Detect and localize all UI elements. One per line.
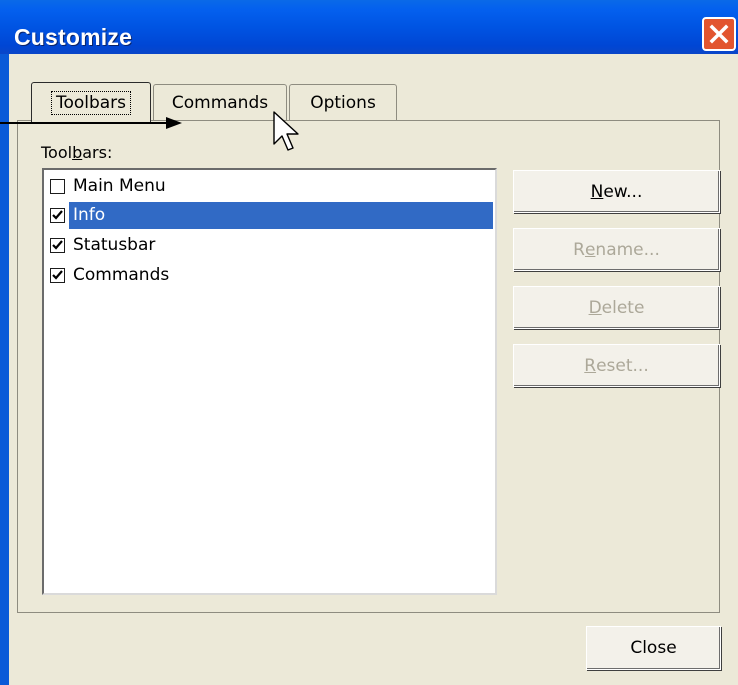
annotation-arrow	[0, 117, 182, 129]
annotation-overlay	[0, 111, 299, 151]
mouse-pointer-icon	[273, 111, 299, 151]
